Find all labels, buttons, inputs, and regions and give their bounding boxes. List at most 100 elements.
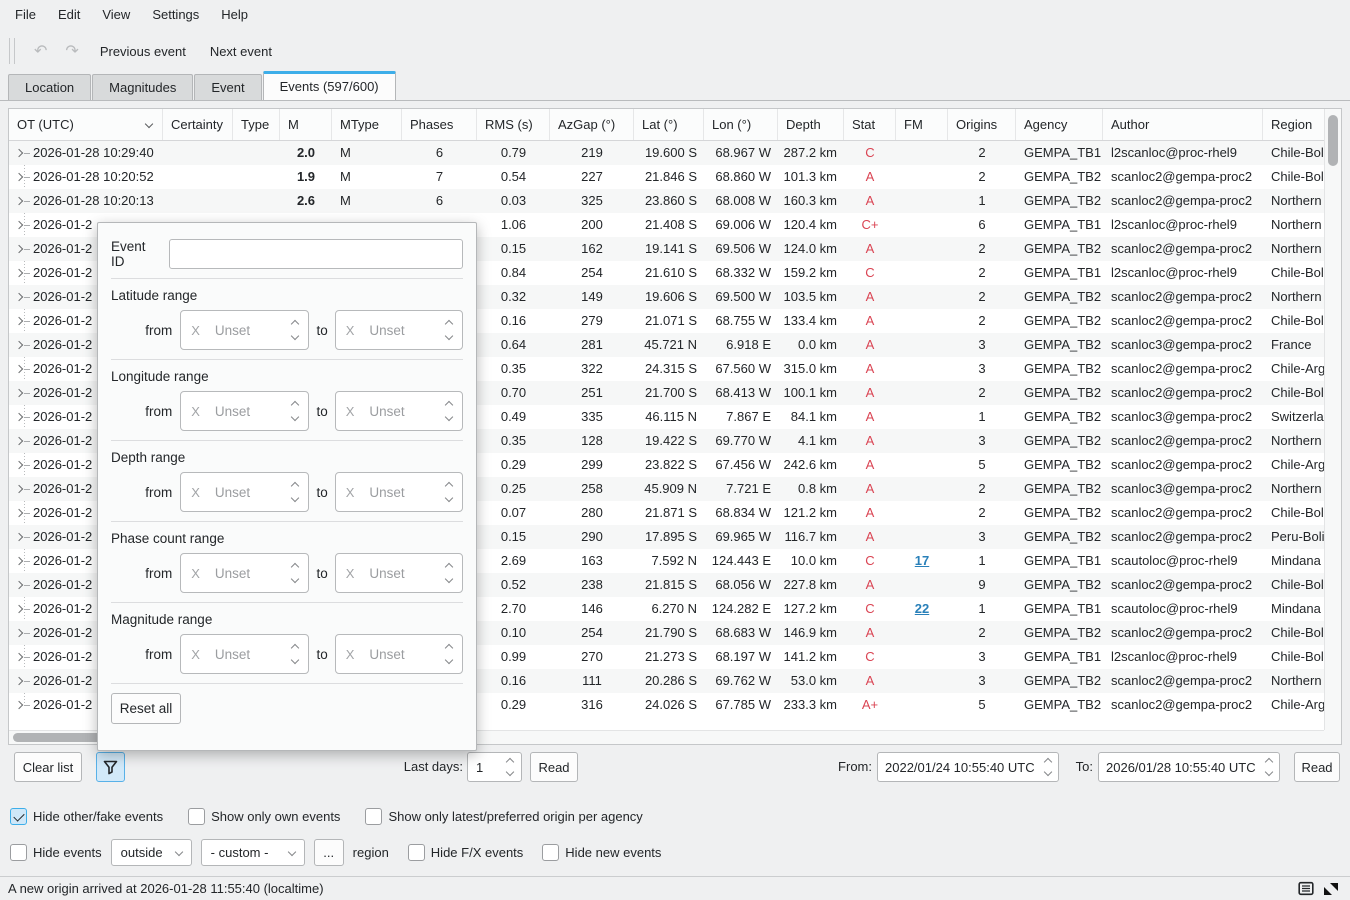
expand-chevron-icon[interactable] — [15, 605, 23, 613]
checkbox[interactable] — [10, 808, 27, 825]
menu-edit[interactable]: Edit — [47, 0, 91, 30]
fm-link[interactable]: 17 — [915, 553, 929, 568]
expand-chevron-icon[interactable] — [15, 293, 23, 301]
menu-help[interactable]: Help — [210, 0, 259, 30]
expand-chevron-icon[interactable] — [15, 677, 23, 685]
clear-icon[interactable]: X — [191, 566, 200, 581]
vertical-scrollbar-handle[interactable] — [1328, 115, 1338, 166]
event-row[interactable]: 2026-01-28 10:20:521.9M70.5422721.846 S6… — [9, 165, 1324, 189]
spinner-arrows-icon[interactable] — [1045, 759, 1051, 775]
spinner-arrows-icon[interactable] — [1266, 759, 1272, 775]
to-datetime-field[interactable]: 2026/01/28 10:55:40 UTC — [1098, 752, 1280, 782]
column-header-mtype[interactable]: MType — [332, 109, 402, 140]
column-header-phases[interactable]: Phases — [402, 109, 477, 140]
tab-3[interactable]: Events (597/600) — [263, 71, 396, 100]
vertical-scrollbar[interactable] — [1324, 109, 1341, 730]
spinner-arrows-icon[interactable] — [292, 402, 298, 420]
region-more-button[interactable]: ... — [314, 839, 344, 866]
clear-icon[interactable]: X — [346, 566, 355, 581]
option-checkbox-0[interactable]: Hide other/fake events — [10, 808, 163, 825]
expand-chevron-icon[interactable] — [15, 317, 23, 325]
menu-settings[interactable]: Settings — [141, 0, 210, 30]
redo-icon[interactable]: ↷ — [65, 41, 78, 61]
range-to-spinbox[interactable]: XUnset — [335, 391, 463, 431]
clear-list-button[interactable]: Clear list — [14, 752, 82, 782]
region-select-combobox[interactable]: - custom - — [201, 839, 305, 866]
expand-chevron-icon[interactable] — [15, 533, 23, 541]
spinner-arrows-icon[interactable] — [446, 483, 452, 501]
range-from-spinbox[interactable]: XUnset — [180, 391, 309, 431]
spinner-arrows-icon[interactable] — [292, 483, 298, 501]
range-from-spinbox[interactable]: XUnset — [180, 634, 309, 674]
range-from-spinbox[interactable]: XUnset — [180, 310, 309, 350]
checkbox[interactable] — [408, 844, 425, 861]
clear-icon[interactable]: X — [191, 647, 200, 662]
expand-chevron-icon[interactable] — [15, 485, 23, 493]
expand-chevron-icon[interactable] — [15, 557, 23, 565]
spinner-arrows-icon[interactable] — [507, 759, 513, 775]
clear-icon[interactable]: X — [346, 323, 355, 338]
expand-chevron-icon[interactable] — [15, 653, 23, 661]
tab-1[interactable]: Magnitudes — [92, 74, 193, 100]
column-header-lat[interactable]: Lat (°) — [634, 109, 704, 140]
connection-icon[interactable] — [1322, 881, 1340, 897]
expand-chevron-icon[interactable] — [15, 245, 23, 253]
expand-chevron-icon[interactable] — [15, 461, 23, 469]
undo-icon[interactable]: ↶ — [34, 41, 47, 61]
expand-chevron-icon[interactable] — [15, 701, 23, 709]
fm-link[interactable]: 22 — [915, 601, 929, 616]
range-from-spinbox[interactable]: XUnset — [180, 472, 309, 512]
expand-chevron-icon[interactable] — [15, 173, 23, 181]
option-checkbox-1[interactable]: Show only own events — [188, 808, 340, 825]
last-days-spinbox[interactable]: 1 — [467, 752, 522, 782]
read-range-button[interactable]: Read — [1294, 752, 1340, 782]
clear-icon[interactable]: X — [191, 404, 200, 419]
region-scope-combobox[interactable]: outside — [111, 839, 192, 866]
column-header-origins[interactable]: Origins — [948, 109, 1016, 140]
range-to-spinbox[interactable]: XUnset — [335, 553, 463, 593]
expand-chevron-icon[interactable] — [15, 197, 23, 205]
event-row[interactable]: 2026-01-28 10:20:132.6M60.0332523.860 S6… — [9, 189, 1324, 213]
expand-chevron-icon[interactable] — [15, 149, 23, 157]
expand-chevron-icon[interactable] — [15, 389, 23, 397]
clear-icon[interactable]: X — [191, 323, 200, 338]
expand-chevron-icon[interactable] — [15, 581, 23, 589]
expand-chevron-icon[interactable] — [15, 437, 23, 445]
spinner-arrows-icon[interactable] — [446, 645, 452, 663]
expand-chevron-icon[interactable] — [15, 341, 23, 349]
filter-toggle-button[interactable] — [96, 752, 125, 782]
expand-chevron-icon[interactable] — [15, 629, 23, 637]
checkbox[interactable] — [542, 844, 559, 861]
column-header-region[interactable]: Region — [1263, 109, 1325, 140]
range-to-spinbox[interactable]: XUnset — [335, 634, 463, 674]
column-header-m[interactable]: M — [280, 109, 332, 140]
spinner-arrows-icon[interactable] — [292, 321, 298, 339]
spinner-arrows-icon[interactable] — [292, 645, 298, 663]
clear-icon[interactable]: X — [346, 485, 355, 500]
column-header-azgap[interactable]: AzGap (°) — [550, 109, 634, 140]
read-last-days-button[interactable]: Read — [530, 752, 578, 782]
column-header-type[interactable]: Type — [233, 109, 280, 140]
column-header-lon[interactable]: Lon (°) — [704, 109, 778, 140]
checkbox[interactable] — [365, 808, 382, 825]
event-id-input[interactable] — [169, 239, 463, 269]
tab-2[interactable]: Event — [194, 74, 261, 100]
from-datetime-field[interactable]: 2022/01/24 10:55:40 UTC — [877, 752, 1059, 782]
event-row[interactable]: 2026-01-28 10:29:402.0M60.7921919.600 S6… — [9, 141, 1324, 165]
range-from-spinbox[interactable]: XUnset — [180, 553, 309, 593]
menu-file[interactable]: File — [4, 0, 47, 30]
hide-fx-events-option[interactable]: Hide F/X events — [408, 844, 524, 861]
expand-chevron-icon[interactable] — [15, 413, 23, 421]
expand-chevron-icon[interactable] — [15, 221, 23, 229]
checkbox[interactable] — [10, 844, 27, 861]
spinner-arrows-icon[interactable] — [446, 321, 452, 339]
spinner-arrows-icon[interactable] — [292, 564, 298, 582]
reset-all-button[interactable]: Reset all — [111, 693, 181, 724]
column-header-ot[interactable]: OT (UTC) — [9, 109, 163, 140]
option-checkbox-2[interactable]: Show only latest/preferred origin per ag… — [365, 808, 642, 825]
clear-icon[interactable]: X — [346, 404, 355, 419]
tab-0[interactable]: Location — [8, 74, 91, 100]
column-header-depth[interactable]: Depth — [778, 109, 844, 140]
hide-new-events-option[interactable]: Hide new events — [542, 844, 661, 861]
column-header-fm[interactable]: FM — [896, 109, 948, 140]
